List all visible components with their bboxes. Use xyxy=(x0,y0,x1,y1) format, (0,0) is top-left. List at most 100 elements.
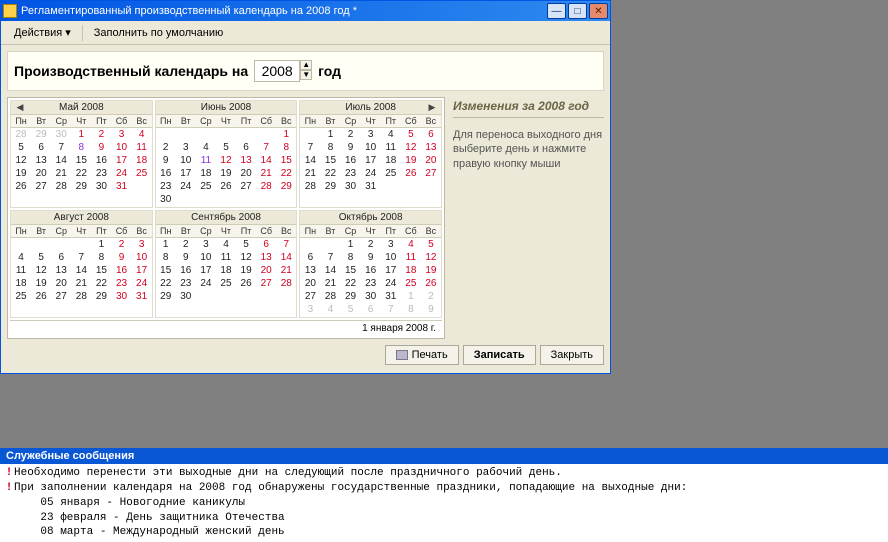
day-cell[interactable]: 1 xyxy=(401,290,421,303)
day-cell[interactable]: 25 xyxy=(381,167,401,180)
day-cell[interactable]: 4 xyxy=(381,128,401,141)
day-cell[interactable]: 9 xyxy=(361,251,381,264)
day-cell[interactable]: 7 xyxy=(276,238,296,251)
day-cell[interactable]: 29 xyxy=(320,180,340,193)
day-cell[interactable]: 17 xyxy=(361,154,381,167)
day-cell[interactable]: 4 xyxy=(401,238,421,251)
day-cell[interactable]: 1 xyxy=(320,128,340,141)
day-cell[interactable]: 24 xyxy=(132,277,152,290)
day-cell[interactable]: 18 xyxy=(381,154,401,167)
day-cell[interactable]: 14 xyxy=(276,251,296,264)
day-cell[interactable]: 22 xyxy=(276,167,296,180)
day-cell[interactable]: 1 xyxy=(341,238,361,251)
day-cell[interactable]: 13 xyxy=(300,264,320,277)
day-cell[interactable]: 6 xyxy=(361,303,381,316)
day-cell[interactable]: 2 xyxy=(91,128,111,141)
day-cell[interactable]: 31 xyxy=(111,180,131,193)
day-cell[interactable]: 30 xyxy=(361,290,381,303)
day-cell[interactable]: 24 xyxy=(361,167,381,180)
day-cell[interactable]: 21 xyxy=(51,167,71,180)
day-cell[interactable]: 10 xyxy=(361,141,381,154)
day-cell[interactable]: 25 xyxy=(196,180,216,193)
day-cell[interactable]: 17 xyxy=(196,264,216,277)
day-cell[interactable]: 3 xyxy=(381,238,401,251)
day-cell[interactable]: 19 xyxy=(11,167,31,180)
day-cell[interactable]: 12 xyxy=(236,251,256,264)
day-cell[interactable]: 27 xyxy=(31,180,51,193)
day-cell[interactable]: 27 xyxy=(421,167,441,180)
day-cell[interactable]: 9 xyxy=(111,251,131,264)
day-cell[interactable]: 29 xyxy=(276,180,296,193)
day-cell[interactable]: 10 xyxy=(381,251,401,264)
day-cell[interactable]: 22 xyxy=(341,277,361,290)
day-cell[interactable]: 12 xyxy=(31,264,51,277)
day-cell[interactable]: 16 xyxy=(111,264,131,277)
day-cell[interactable]: 18 xyxy=(216,264,236,277)
day-cell[interactable]: 19 xyxy=(421,264,441,277)
day-cell[interactable]: 19 xyxy=(236,264,256,277)
day-cell[interactable]: 17 xyxy=(111,154,131,167)
fill-default-button[interactable]: Заполнить по умолчанию xyxy=(87,24,231,42)
day-cell[interactable]: 8 xyxy=(276,141,296,154)
day-cell[interactable]: 30 xyxy=(156,193,176,206)
day-cell[interactable]: 8 xyxy=(71,141,91,154)
day-cell[interactable]: 30 xyxy=(51,128,71,141)
day-cell[interactable]: 13 xyxy=(256,251,276,264)
day-cell[interactable]: 10 xyxy=(196,251,216,264)
day-cell[interactable]: 10 xyxy=(176,154,196,167)
day-cell[interactable]: 27 xyxy=(236,180,256,193)
day-cell[interactable]: 30 xyxy=(91,180,111,193)
day-cell[interactable]: 3 xyxy=(361,128,381,141)
maximize-button[interactable]: □ xyxy=(568,3,587,19)
day-cell[interactable]: 28 xyxy=(320,290,340,303)
day-cell[interactable]: 25 xyxy=(132,167,152,180)
day-cell[interactable]: 3 xyxy=(300,303,320,316)
day-cell[interactable]: 6 xyxy=(300,251,320,264)
day-cell[interactable]: 15 xyxy=(341,264,361,277)
day-cell[interactable]: 28 xyxy=(300,180,320,193)
day-cell[interactable]: 11 xyxy=(401,251,421,264)
day-cell[interactable]: 5 xyxy=(421,238,441,251)
day-cell[interactable]: 30 xyxy=(111,290,131,303)
day-cell[interactable]: 27 xyxy=(256,277,276,290)
day-cell[interactable]: 11 xyxy=(132,141,152,154)
day-cell[interactable]: 4 xyxy=(132,128,152,141)
day-cell[interactable]: 31 xyxy=(361,180,381,193)
year-spin-up[interactable]: ▲ xyxy=(300,60,312,70)
day-cell[interactable]: 14 xyxy=(320,264,340,277)
day-cell[interactable]: 14 xyxy=(71,264,91,277)
day-cell[interactable]: 4 xyxy=(216,238,236,251)
day-cell[interactable]: 25 xyxy=(216,277,236,290)
day-cell[interactable]: 23 xyxy=(361,277,381,290)
day-cell[interactable]: 10 xyxy=(111,141,131,154)
day-cell[interactable]: 12 xyxy=(11,154,31,167)
day-cell[interactable]: 9 xyxy=(341,141,361,154)
print-button[interactable]: Печать xyxy=(385,345,459,365)
day-cell[interactable]: 8 xyxy=(341,251,361,264)
day-cell[interactable]: 3 xyxy=(111,128,131,141)
prev-months-button[interactable]: ◀ xyxy=(14,102,26,113)
day-cell[interactable]: 4 xyxy=(11,251,31,264)
day-cell[interactable]: 17 xyxy=(381,264,401,277)
day-cell[interactable]: 13 xyxy=(421,141,441,154)
day-cell[interactable]: 29 xyxy=(71,180,91,193)
day-cell[interactable]: 7 xyxy=(320,251,340,264)
day-cell[interactable]: 13 xyxy=(31,154,51,167)
day-cell[interactable]: 26 xyxy=(216,180,236,193)
day-cell[interactable]: 20 xyxy=(300,277,320,290)
day-cell[interactable]: 10 xyxy=(132,251,152,264)
day-cell[interactable]: 23 xyxy=(111,277,131,290)
day-cell[interactable]: 18 xyxy=(196,167,216,180)
day-cell[interactable]: 16 xyxy=(341,154,361,167)
day-cell[interactable]: 9 xyxy=(91,141,111,154)
day-cell[interactable]: 14 xyxy=(51,154,71,167)
day-cell[interactable]: 29 xyxy=(341,290,361,303)
day-cell[interactable]: 20 xyxy=(236,167,256,180)
day-cell[interactable]: 1 xyxy=(276,128,296,141)
day-cell[interactable]: 6 xyxy=(256,238,276,251)
day-cell[interactable]: 28 xyxy=(256,180,276,193)
day-cell[interactable]: 21 xyxy=(276,264,296,277)
day-cell[interactable]: 3 xyxy=(132,238,152,251)
day-cell[interactable]: 21 xyxy=(71,277,91,290)
day-cell[interactable]: 15 xyxy=(320,154,340,167)
